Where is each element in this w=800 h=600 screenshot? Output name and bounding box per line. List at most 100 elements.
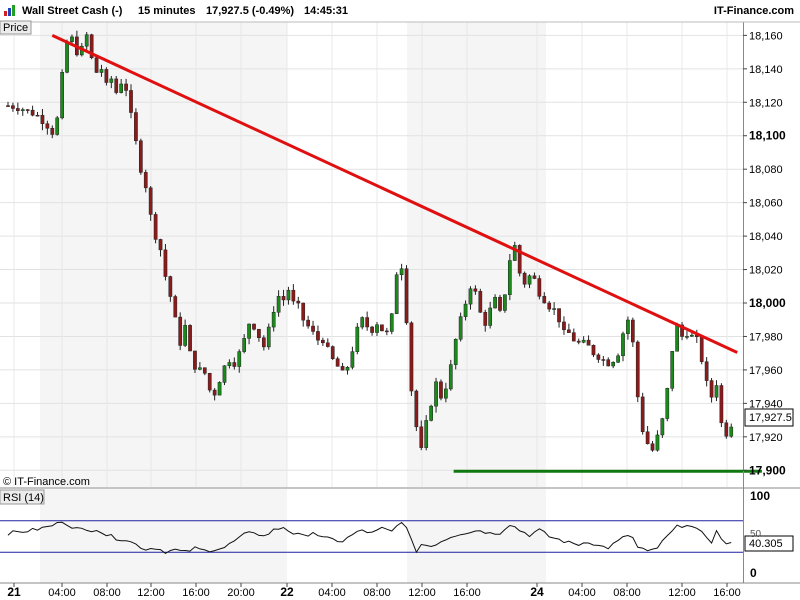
candle-body: [65, 41, 69, 73]
candle-body: [291, 289, 296, 302]
candle-body: [458, 316, 463, 340]
candle-body: [266, 326, 271, 348]
candle-body: [493, 296, 497, 309]
x-tick-label: 22: [280, 585, 294, 599]
x-tick-label: 08:00: [363, 587, 391, 599]
x-tick-label: 16:00: [182, 587, 210, 599]
candle-body: [596, 354, 601, 360]
x-tick-label: 21: [7, 585, 21, 599]
y-tick-label: 18,040: [749, 231, 783, 243]
candle-body: [84, 34, 89, 47]
candle-body: [483, 312, 488, 326]
x-tick-label: 08:00: [93, 587, 121, 599]
candle-body: [212, 389, 217, 396]
candle-body: [301, 302, 306, 321]
candle-body: [660, 418, 665, 436]
candle-body: [453, 338, 458, 365]
candle-body: [547, 302, 552, 310]
x-tick-label: 12:00: [668, 587, 696, 599]
y-tick-label: 18,000: [749, 296, 786, 310]
rsi-axis-label-0: 0: [750, 566, 757, 580]
candle-body: [202, 367, 207, 374]
candle-body: [316, 331, 320, 341]
x-tick-label: 24: [530, 585, 544, 599]
x-tick-label: 16:00: [713, 587, 741, 599]
x-tick-label: 08:00: [613, 587, 641, 599]
candle-body: [365, 317, 370, 328]
last-price-value: 17,927.5: [749, 412, 792, 424]
candle-body: [444, 388, 448, 399]
candle-body: [163, 249, 168, 277]
y-tick-label: 17,920: [749, 432, 783, 444]
candle-body: [581, 339, 586, 343]
candle-body: [242, 338, 247, 352]
candle-body: [655, 434, 660, 451]
candle-body: [409, 322, 414, 392]
candle-body: [709, 380, 714, 398]
candle-body: [498, 296, 502, 311]
candle-body: [188, 325, 192, 352]
candle-body: [380, 324, 384, 332]
candle-body: [517, 245, 522, 274]
candle-body: [635, 341, 640, 398]
candle-body: [306, 319, 310, 327]
candle-body: [119, 83, 124, 93]
candle-body: [153, 214, 158, 240]
candle-body: [670, 351, 675, 389]
candle-body: [11, 105, 15, 109]
candle-body: [173, 296, 178, 318]
candle-body: [207, 373, 212, 391]
candle-body: [129, 90, 133, 113]
candle-body: [650, 443, 655, 451]
candle-body: [699, 336, 704, 362]
rsi-axis-label-50: 50: [750, 529, 762, 540]
candle-body: [463, 303, 468, 317]
candle-body: [330, 346, 335, 359]
candle-body: [15, 108, 20, 111]
candle-body: [276, 296, 281, 313]
candle-body: [370, 326, 374, 333]
candle-body: [630, 319, 635, 343]
candle-body: [507, 260, 512, 295]
candle-body: [286, 289, 291, 301]
candle-body: [419, 426, 424, 448]
y-tick-label: 18,120: [749, 97, 783, 109]
candle-body: [719, 385, 724, 424]
candle-body: [532, 275, 537, 279]
candle-body: [562, 321, 566, 331]
candle-body: [690, 334, 694, 337]
candle-body: [394, 274, 399, 314]
y-tick-label: 17,980: [749, 331, 783, 343]
candle-body: [193, 350, 197, 370]
x-tick-label: 20:00: [227, 587, 255, 599]
candle-body: [271, 311, 276, 328]
candle-body: [124, 83, 128, 91]
candle-body: [183, 325, 187, 346]
candle-body: [158, 239, 163, 251]
candle-body: [321, 339, 325, 344]
candle-body: [6, 105, 10, 107]
candle-body: [296, 300, 301, 304]
candle-body: [724, 422, 729, 437]
candle-body: [488, 307, 493, 326]
candle-body: [281, 296, 286, 301]
candle-body: [355, 326, 360, 352]
candle-body: [311, 325, 315, 332]
y-tick-label: 17,960: [749, 365, 783, 377]
candle-body: [404, 268, 409, 324]
candle-body: [335, 358, 340, 367]
candle-body: [247, 323, 251, 339]
x-tick-label: 16:00: [453, 587, 481, 599]
candle-body: [434, 381, 438, 407]
candle-body: [616, 355, 620, 363]
candle-body: [685, 336, 689, 338]
candle-body: [148, 187, 153, 215]
candle-body: [340, 366, 345, 371]
rsi-panel-label: RSI (14): [3, 492, 44, 504]
x-tick-label: 04:00: [318, 587, 346, 599]
candle-body: [665, 388, 670, 419]
candle-body: [104, 69, 109, 83]
price-panel-label: Price: [3, 22, 28, 34]
candle-body: [345, 367, 350, 371]
candle-body: [60, 72, 64, 119]
